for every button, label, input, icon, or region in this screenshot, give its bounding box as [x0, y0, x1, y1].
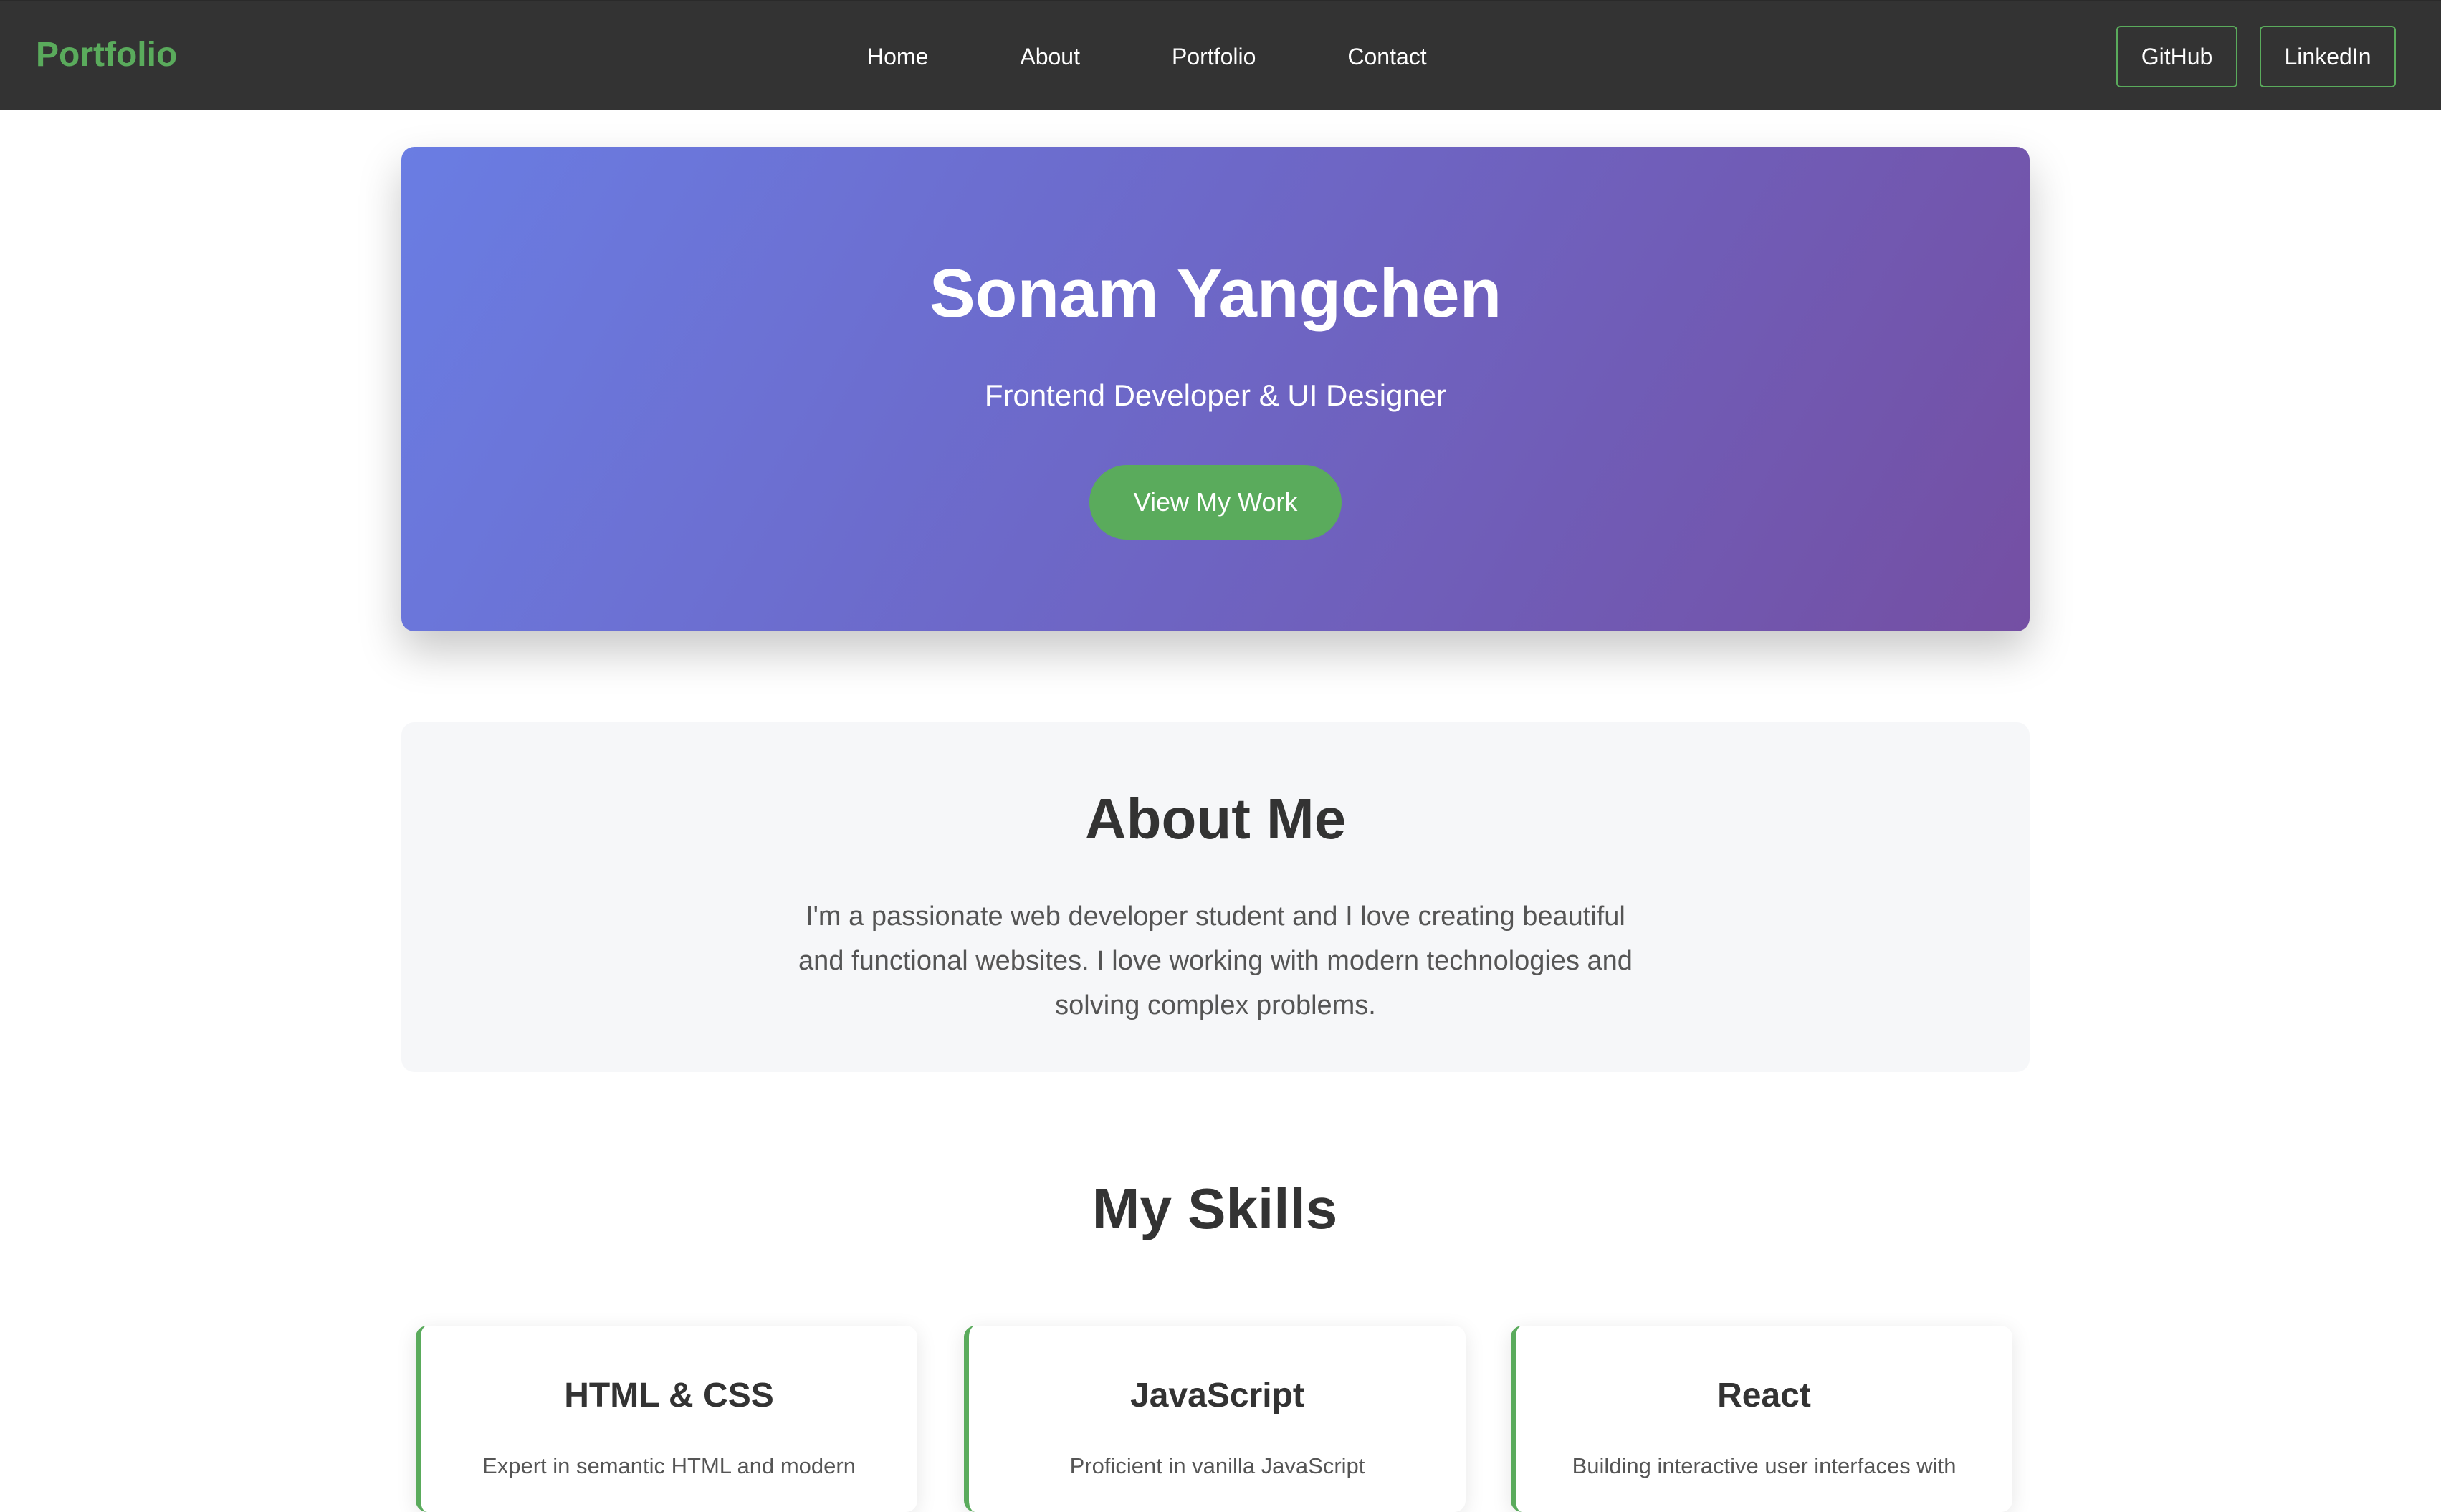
top-navbar: Portfolio Home About Portfolio Contact G…: [0, 0, 2441, 110]
skill-card-javascript: JavaScript Proficient in vanilla JavaScr…: [964, 1326, 1466, 1512]
skill-card-description: Proficient in vanilla JavaScript: [1069, 1453, 1365, 1478]
skill-card-react: React Building interactive user interfac…: [1511, 1326, 2012, 1512]
nav-link-portfolio[interactable]: Portfolio: [1172, 41, 1256, 72]
skill-card-title: React: [1717, 1377, 1811, 1415]
skill-card-description: Building interactive user interfaces wit…: [1572, 1453, 1957, 1478]
skills-heading: My Skills: [1091, 1177, 1338, 1240]
hero-banner: Sonam Yangchen Frontend Developer & UI D…: [401, 147, 2030, 631]
skill-card-description: Expert in semantic HTML and modern: [482, 1453, 856, 1478]
main-nav: Home About Portfolio Contact: [867, 41, 1427, 72]
linkedin-button[interactable]: LinkedIn: [2260, 26, 2396, 87]
view-my-work-button[interactable]: View My Work: [1089, 465, 1342, 540]
hero-tagline: Frontend Developer & UI Designer: [984, 378, 1447, 412]
skill-card-title: JavaScript: [1130, 1377, 1304, 1415]
github-button[interactable]: GitHub: [2116, 26, 2237, 87]
skill-card-title: HTML & CSS: [564, 1377, 774, 1415]
about-heading: About Me: [1084, 787, 1347, 851]
about-section: About Me I'm a passionate web developer …: [401, 722, 2030, 1072]
skill-card-html-css: HTML & CSS Expert in semantic HTML and m…: [416, 1326, 917, 1512]
nav-link-contact[interactable]: Contact: [1347, 41, 1426, 72]
nav-link-home[interactable]: Home: [867, 41, 928, 72]
hero-name-heading: Sonam Yangchen: [929, 255, 1502, 332]
about-paragraph: I'm a passionate web developer student a…: [798, 901, 1633, 1020]
nav-link-about[interactable]: About: [1020, 41, 1080, 72]
brand-logo-link[interactable]: Portfolio: [36, 35, 177, 75]
